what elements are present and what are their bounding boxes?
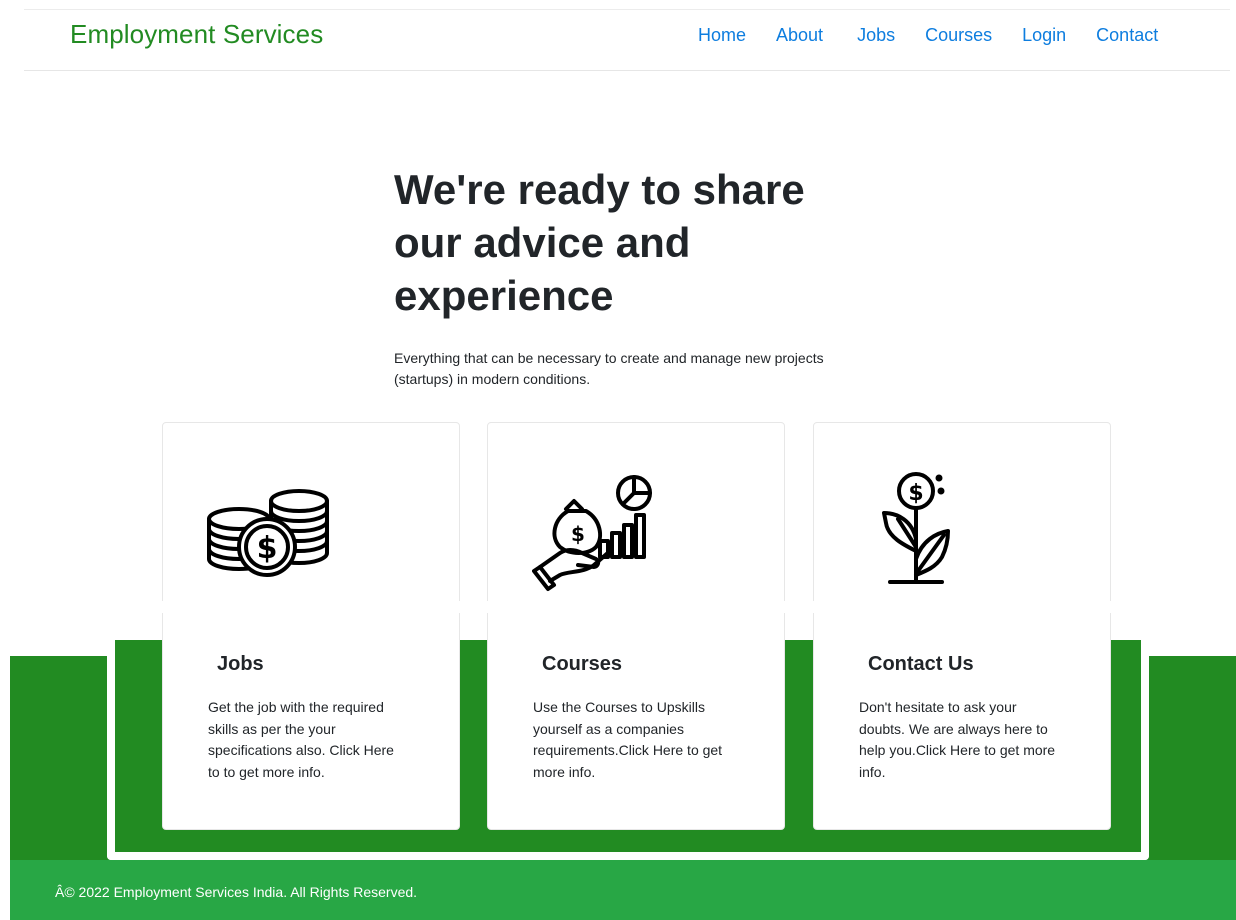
- card-jobs[interactable]: $ Jobs Get the job with the required ski…: [162, 422, 460, 830]
- nav-item-login: Login: [1022, 25, 1096, 46]
- nav-item-jobs: Jobs: [857, 25, 925, 46]
- brand-logo[interactable]: Employment Services: [70, 19, 323, 50]
- card-title: Contact Us: [868, 653, 974, 675]
- nav-menu: Home About Jobs Courses Login Contact: [698, 25, 1158, 46]
- card-divider: [162, 601, 460, 613]
- card-text: Use the Courses to Upskills yourself as …: [533, 699, 723, 780]
- card-courses[interactable]: $ Courses Use the Courses to Upskills yo…: [487, 422, 785, 830]
- svg-text:$: $: [257, 531, 278, 566]
- hero-heading: We're ready to share our advice and expe…: [394, 166, 805, 319]
- nav-link-jobs[interactable]: Jobs: [857, 25, 895, 46]
- nav-link-courses[interactable]: Courses: [925, 25, 992, 46]
- svg-text:$: $: [908, 481, 923, 506]
- money-plant-icon: $: [858, 471, 984, 597]
- nav-item-courses: Courses: [925, 25, 1022, 46]
- nav-item-home: Home: [698, 25, 776, 46]
- card-text: Don't hesitate to ask your doubts. We ar…: [859, 699, 1056, 780]
- card-text: Get the job with the required skills as …: [208, 699, 394, 780]
- money-growth-icon: $: [532, 471, 658, 597]
- svg-text:$: $: [571, 522, 585, 546]
- card-title: Jobs: [217, 653, 264, 675]
- nav-item-about: About: [776, 25, 857, 46]
- card-divider: [813, 601, 1111, 613]
- nav-item-contact: Contact: [1096, 25, 1158, 46]
- footer: Â© 2022 Employment Services India. All R…: [10, 860, 1236, 920]
- nav-link-contact[interactable]: Contact: [1096, 25, 1158, 46]
- copyright-text: Â© 2022 Employment Services India. All R…: [55, 884, 418, 900]
- nav-link-about[interactable]: About: [776, 25, 823, 46]
- nav-link-home[interactable]: Home: [698, 25, 746, 46]
- hero-subtext: Everything that can be necessary to crea…: [394, 350, 824, 387]
- navbar: Employment Services Home About Jobs Cour…: [24, 10, 1230, 71]
- card-title: Courses: [542, 653, 623, 675]
- card-divider: [487, 601, 785, 613]
- coins-icon: $: [207, 471, 333, 597]
- hero-section: We're ready to share our advice and expe…: [394, 163, 864, 390]
- nav-link-login[interactable]: Login: [1022, 25, 1066, 46]
- card-contact-us[interactable]: $ Contact Us Don't hesitate to ask your …: [813, 422, 1111, 830]
